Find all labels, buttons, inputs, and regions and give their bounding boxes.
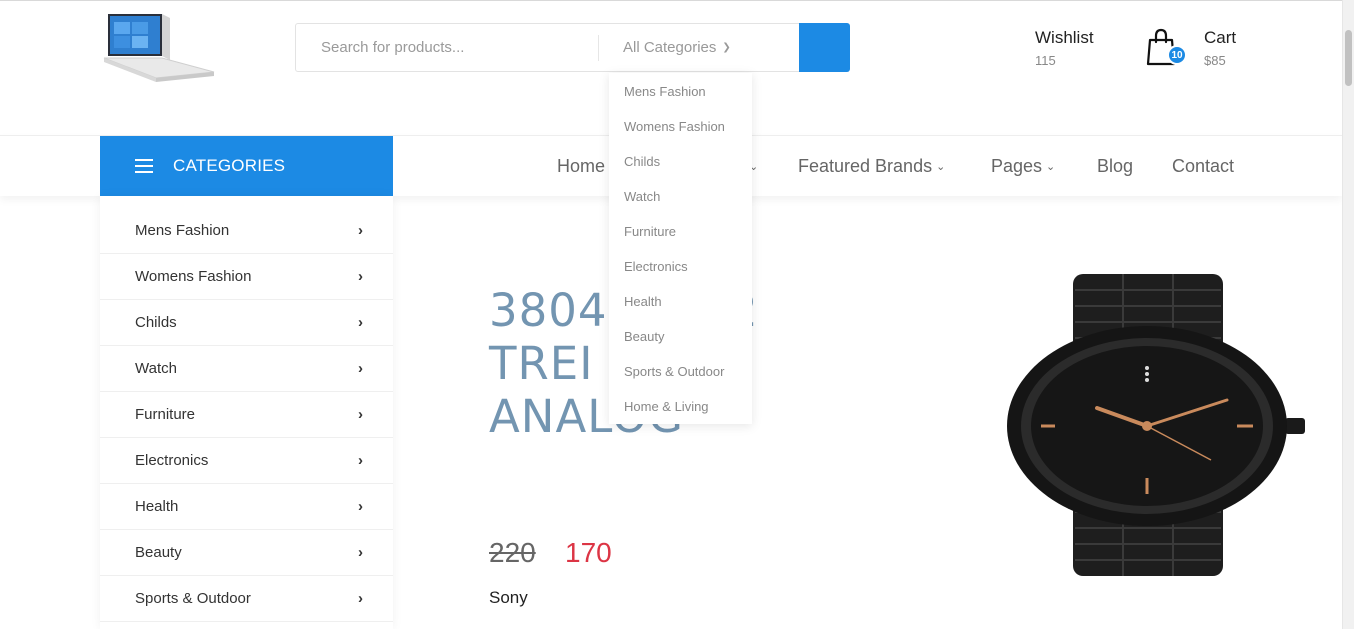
dropdown-option[interactable]: Beauty [624, 329, 664, 344]
chevron-right-icon: › [358, 544, 363, 561]
category-label: Womens Fashion [135, 268, 252, 285]
category-item[interactable]: Childs › [100, 300, 393, 346]
nav-featured-brands-label: Featured Brands [798, 156, 933, 176]
top-border [0, 0, 1354, 4]
brand-name: Sony [489, 588, 528, 607]
category-label: Electronics [135, 452, 209, 469]
category-label: Furniture [135, 406, 196, 423]
category-label: Beauty [135, 544, 182, 561]
hamburger-icon [135, 159, 153, 173]
cart-count-badge: 10 [1167, 45, 1187, 65]
cart-amount: $85 [1204, 53, 1226, 68]
category-item[interactable]: Electronics › [100, 438, 393, 484]
category-label: Watch [135, 360, 177, 377]
nav-pages-label: Pages [991, 156, 1043, 176]
dropdown-option[interactable]: Watch [624, 189, 660, 204]
category-select[interactable]: All Categories ❯ [599, 24, 799, 71]
chevron-right-icon: › [358, 360, 363, 377]
old-price: 220 [489, 537, 536, 568]
category-item[interactable]: Watch › [100, 346, 393, 392]
watch-image [1007, 274, 1305, 576]
chevron-right-icon: › [358, 590, 363, 607]
category-item[interactable]: Furniture › [100, 392, 393, 438]
categories-title: CATEGORIES [173, 156, 286, 175]
laptop-logo[interactable] [100, 12, 216, 86]
chevron-right-icon: › [358, 268, 363, 285]
chevron-right-icon: › [358, 498, 363, 515]
category-item[interactable]: Beauty › [100, 530, 393, 576]
chevron-right-icon: › [358, 314, 363, 331]
nav-contact-label: Contact [1172, 156, 1235, 176]
dropdown-option[interactable]: Health [624, 294, 662, 309]
category-item[interactable]: Sports & Outdoor › [100, 576, 393, 622]
nav-blog-label: Blog [1097, 156, 1134, 176]
chevron-down-icon: ⌄ [936, 161, 946, 173]
category-item[interactable]: Womens Fashion › [100, 254, 393, 300]
chevron-right-icon: › [358, 222, 363, 239]
cart-label: Cart [1204, 28, 1237, 47]
nav-home-label: Home [557, 156, 606, 176]
nav-contact[interactable]: Contact [1172, 156, 1234, 177]
category-select-value: All Categories [623, 39, 717, 56]
category-label: Sports & Outdoor [135, 590, 251, 607]
dropdown-option[interactable]: Sports & Outdoor [624, 364, 724, 379]
page-scrollbar[interactable] [1342, 0, 1354, 629]
nav-featured-brands[interactable]: Featured Brands ⌄ [798, 156, 945, 177]
wishlist-count: 115 [1035, 53, 1056, 68]
wishlist-link[interactable]: Wishlist 115 [1035, 28, 1094, 68]
chevron-right-icon: › [358, 452, 363, 469]
dropdown-option[interactable]: Home & Living [624, 399, 709, 414]
dropdown-option[interactable]: Womens Fashion [624, 119, 725, 134]
category-dropdown: Mens Fashion Womens Fashion Childs Watch… [609, 73, 752, 424]
dropdown-option[interactable]: Childs [624, 154, 660, 169]
category-label: Mens Fashion [135, 222, 230, 239]
wishlist-label: Wishlist [1035, 28, 1094, 47]
categories-toggle[interactable]: CATEGORIES [100, 136, 393, 196]
nav-blog[interactable]: Blog [1097, 156, 1133, 177]
category-label: Childs [135, 314, 177, 331]
chevron-down-icon: ⌄ [1046, 161, 1056, 173]
category-list: Mens Fashion › Womens Fashion › Childs › Wa… [100, 196, 393, 629]
category-item[interactable]: Health › [100, 484, 393, 530]
nav-pages[interactable]: Pages ⌄ [991, 156, 1055, 177]
dropdown-option[interactable]: Electronics [624, 259, 688, 274]
nav-home[interactable]: Home [557, 156, 605, 177]
search-bar: All Categories ❯ [295, 23, 850, 72]
dropdown-option[interactable]: Furniture [624, 224, 676, 239]
scrollbar-thumb[interactable] [1345, 30, 1352, 86]
category-item[interactable]: Mens Fashion › [100, 208, 393, 254]
chevron-down-icon: ❯ [722, 42, 731, 53]
sale-price: 170 [565, 537, 612, 568]
search-button[interactable] [799, 23, 850, 72]
search-input[interactable] [296, 24, 598, 71]
dropdown-option[interactable]: Mens Fashion [624, 84, 706, 99]
category-label: Health [135, 498, 179, 515]
chevron-right-icon: › [358, 406, 363, 423]
